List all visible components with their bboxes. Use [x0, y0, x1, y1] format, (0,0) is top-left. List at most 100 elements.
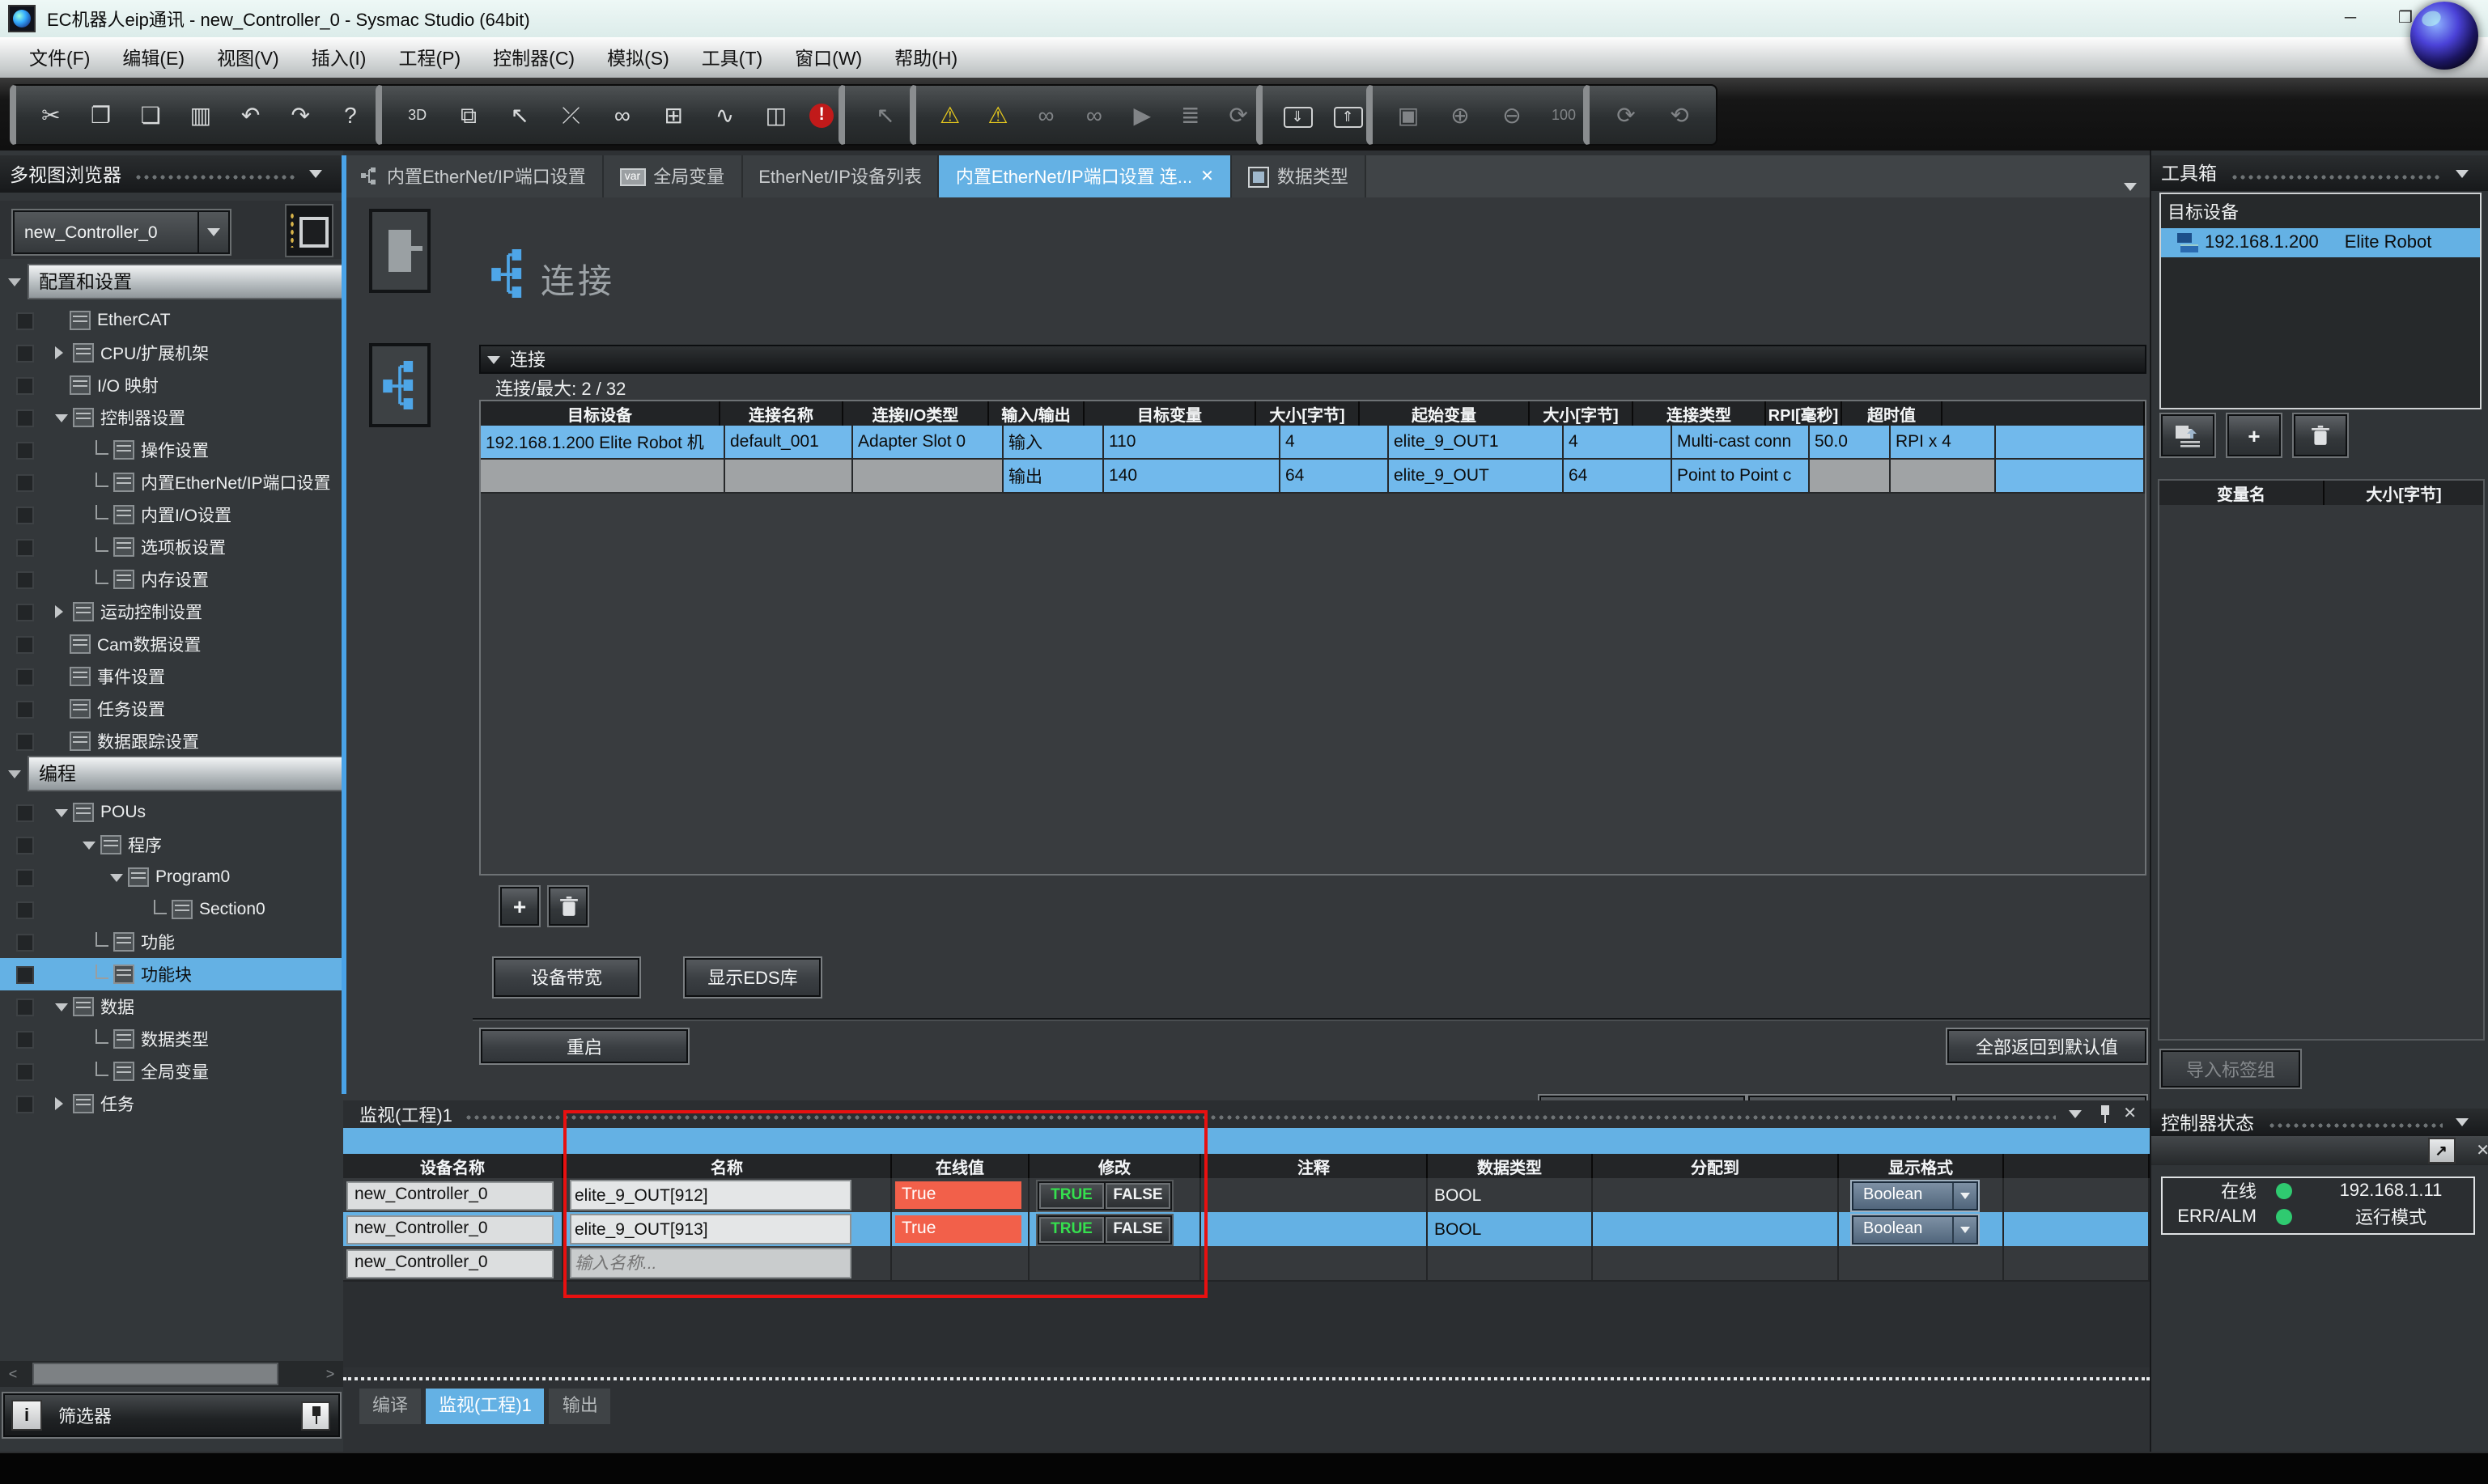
- col-rpi[interactable]: RPI[毫秒]: [1766, 401, 1842, 426]
- tree-item-option-board[interactable]: 选项板设置: [0, 531, 343, 563]
- tree-item-controller-settings[interactable]: 控制器设置: [0, 401, 343, 434]
- minimize-button[interactable]: ─: [2323, 0, 2378, 37]
- collapse-icon[interactable]: [55, 808, 68, 823]
- target-device-item[interactable]: 192.168.1.200 Elite Robot: [2161, 228, 2480, 257]
- active-splitter-line[interactable]: [342, 155, 346, 1094]
- col-origin-variable[interactable]: 起始变量: [1360, 401, 1530, 426]
- comment-cell[interactable]: [1201, 1212, 1428, 1246]
- tab-builtin-eip-settings[interactable]: 内置EtherNet/IP端口设置: [343, 155, 604, 197]
- tree-item-data[interactable]: 数据: [0, 990, 343, 1023]
- paste-icon[interactable]: ❏: [133, 87, 168, 142]
- tree-item-data-trace[interactable]: 数据跟踪设置: [0, 725, 343, 757]
- col-modify[interactable]: 修改: [1030, 1154, 1201, 1178]
- col-connection-type[interactable]: 连接类型: [1633, 401, 1766, 426]
- undo-icon[interactable]: ↶: [233, 87, 269, 142]
- abort-icon[interactable]: !: [809, 103, 834, 127]
- refresh-icon[interactable]: ⟳: [1221, 87, 1256, 142]
- tab-close-icon[interactable]: ✕: [1200, 167, 1214, 185]
- watch-name-input[interactable]: [570, 1214, 851, 1244]
- tree-item-function-blocks[interactable]: 功能块: [0, 958, 343, 990]
- transfer-to-controller-icon[interactable]: ⇓: [1283, 106, 1312, 127]
- chevron-down-icon[interactable]: [2456, 169, 2469, 184]
- tree-item-motion-control[interactable]: 运动控制设置: [0, 596, 343, 628]
- chevron-down-icon[interactable]: [2068, 1110, 2081, 1125]
- tree-item-cpu-rack[interactable]: CPU/扩展机架: [0, 337, 343, 369]
- pointer-icon[interactable]: ↖: [868, 87, 903, 142]
- search-binoculars-icon[interactable]: ◫: [758, 87, 794, 142]
- col-input-output[interactable]: 输入/输出: [989, 401, 1085, 426]
- display-format-select[interactable]: Boolean: [1852, 1215, 1978, 1244]
- set-false-button[interactable]: FALSE: [1106, 1182, 1170, 1208]
- comment-cell[interactable]: [1201, 1178, 1428, 1212]
- zoom-in-icon[interactable]: ⊕: [1442, 87, 1478, 142]
- crossed-tools-icon[interactable]: ⤫: [554, 87, 589, 142]
- collapse-icon[interactable]: [55, 1003, 68, 1017]
- cut-icon[interactable]: ✂: [33, 87, 69, 142]
- filter-pin-icon[interactable]: [301, 1401, 330, 1430]
- synchronize-from-icon[interactable]: ⟲: [1662, 87, 1697, 142]
- redo-icon[interactable]: ↷: [282, 87, 318, 142]
- tree-item-builtin-eip-port[interactable]: 内置EtherNet/IP端口设置: [0, 466, 343, 498]
- section-programming[interactable]: 编程: [0, 757, 343, 790]
- chevron-down-icon[interactable]: [1952, 1182, 1976, 1208]
- device-page-icon-tile[interactable]: [369, 209, 431, 293]
- pin-icon[interactable]: [2485, 164, 2488, 182]
- scroll-left-icon[interactable]: <: [0, 1366, 26, 1382]
- tree-item-operation-settings[interactable]: 操作设置: [0, 434, 343, 466]
- set-false-button[interactable]: FALSE: [1106, 1216, 1170, 1242]
- col-timeout[interactable]: 超时值: [1842, 401, 1942, 426]
- col-online-value[interactable]: 在线值: [892, 1154, 1030, 1178]
- watch-window-icon[interactable]: ∞: [605, 87, 640, 142]
- col-size-bytes-2[interactable]: 大小[字节]: [1530, 401, 1633, 426]
- menu-file[interactable]: 文件(F): [13, 45, 106, 70]
- tree-item-tasks[interactable]: 任务: [0, 1088, 343, 1120]
- tree-item-event-settings[interactable]: 事件设置: [0, 660, 343, 693]
- program-notes-icon[interactable]: ≣: [1173, 87, 1208, 142]
- build-controller-icon[interactable]: ⚠: [932, 87, 968, 142]
- pin-icon[interactable]: [2485, 1113, 2488, 1131]
- expand-panel-icon[interactable]: ↗: [2427, 1138, 2455, 1164]
- menu-insert[interactable]: 插入(I): [295, 45, 383, 70]
- menu-controller[interactable]: 控制器(C): [477, 45, 591, 70]
- import-tag-set-button[interactable]: 导入标签组: [2161, 1050, 2300, 1088]
- display-format-select[interactable]: Boolean: [1852, 1181, 1978, 1210]
- tree-item-program0[interactable]: Program0: [0, 861, 343, 893]
- device-bandwidth-button[interactable]: 设备带宽: [494, 958, 639, 997]
- 3d-view-icon[interactable]: 3D: [400, 87, 435, 142]
- delete-icon[interactable]: ▥: [183, 87, 219, 142]
- zoom-100-icon[interactable]: 100: [1546, 87, 1582, 142]
- tree-item-ethercat[interactable]: EtherCAT: [0, 304, 343, 337]
- menu-window[interactable]: 窗口(W): [779, 45, 878, 70]
- assigned-cell[interactable]: [1593, 1178, 1839, 1212]
- watch-new-name-input[interactable]: [570, 1248, 851, 1278]
- collapse-icon[interactable]: [83, 841, 96, 855]
- close-icon[interactable]: ✕: [2476, 1142, 2488, 1160]
- copy-icon[interactable]: ❐: [83, 87, 119, 142]
- add-device-button[interactable]: +: [2227, 414, 2281, 456]
- watch-row-913[interactable]: new_Controller_0 True TRUEFALSE BOOL Boo…: [343, 1212, 2150, 1248]
- section-config[interactable]: 配置和设置: [0, 265, 343, 298]
- collapse-icon[interactable]: [8, 278, 21, 293]
- chevron-down-icon[interactable]: [2456, 1118, 2469, 1133]
- col-comment[interactable]: 注释: [1201, 1154, 1428, 1178]
- watch-row-new[interactable]: new_Controller_0: [343, 1246, 2150, 1282]
- check-program-icon[interactable]: ∞: [1029, 87, 1064, 142]
- restart-button[interactable]: 重启: [481, 1029, 688, 1063]
- collapse-icon[interactable]: [110, 873, 123, 888]
- col-display-format[interactable]: 显示格式: [1839, 1154, 2004, 1178]
- show-eds-library-button[interactable]: 显示EDS库: [685, 958, 821, 997]
- pin-icon[interactable]: [2097, 1105, 2112, 1123]
- register-device-button[interactable]: [2161, 414, 2214, 456]
- check-all-programs-icon[interactable]: ∞: [1076, 87, 1112, 142]
- chevron-down-icon[interactable]: [309, 170, 322, 184]
- synchronize-to-icon[interactable]: ⟳: [1608, 87, 1644, 142]
- fit-page-icon[interactable]: ▣: [1390, 87, 1426, 142]
- filter-bar[interactable]: i 筛选器: [3, 1393, 340, 1437]
- set-true-button[interactable]: TRUE: [1039, 1216, 1104, 1242]
- col-variable-size[interactable]: 大小[字节]: [2325, 481, 2483, 505]
- restore-defaults-button[interactable]: 全部返回到默认值: [1947, 1029, 2146, 1063]
- tab-global-variables[interactable]: var 全局变量: [604, 155, 742, 197]
- col-name[interactable]: 名称: [563, 1154, 892, 1178]
- tree-item-section0[interactable]: Section0: [0, 893, 343, 926]
- col-assigned-to[interactable]: 分配到: [1593, 1154, 1839, 1178]
